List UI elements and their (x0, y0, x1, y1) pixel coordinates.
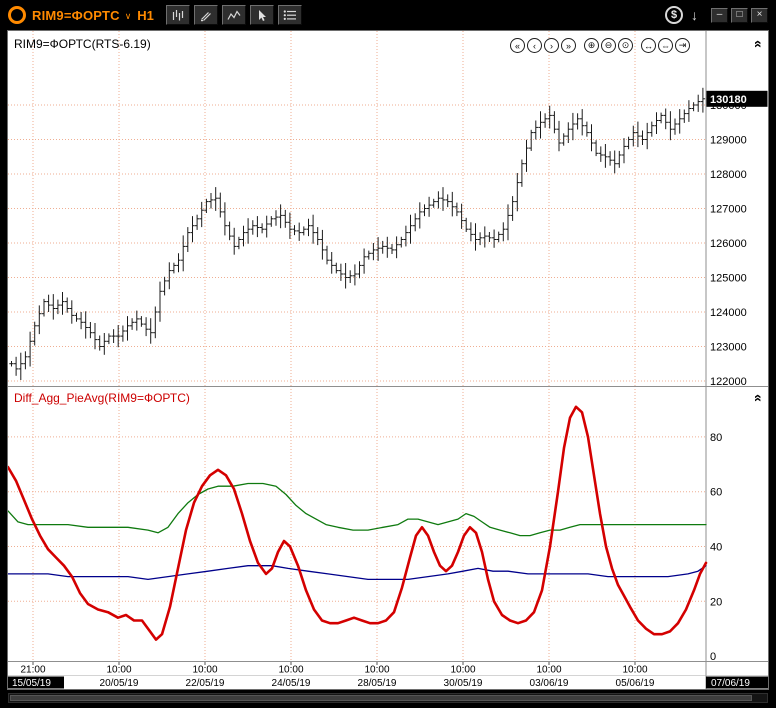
svg-text:127000: 127000 (710, 204, 747, 216)
svg-text:123000: 123000 (710, 342, 747, 354)
svg-text:125000: 125000 (710, 273, 747, 285)
bars-chart-icon (171, 9, 185, 22)
svg-text:10:00: 10:00 (278, 665, 303, 676)
svg-text:122000: 122000 (710, 376, 747, 386)
go-last-bar-button[interactable]: ⇥ (675, 38, 690, 53)
scroll-left-button[interactable]: ‹ (527, 38, 542, 53)
chart-window: RIM9=ФОРТС ∨ H1 $ ↓ – □ × 13000012900012… (0, 0, 776, 708)
cursor-icon (255, 9, 269, 22)
svg-text:0: 0 (710, 651, 716, 661)
svg-text:10:00: 10:00 (536, 665, 561, 676)
chart-nav-buttons: «‹›» ⊕⊖⊙ ↔⇔⇥ (508, 38, 690, 53)
svg-text:30/05/19: 30/05/19 (444, 678, 483, 689)
expand-scale-button[interactable]: ⇔ (658, 38, 673, 53)
svg-text:126000: 126000 (710, 238, 747, 250)
svg-text:20/05/19: 20/05/19 (100, 678, 139, 689)
svg-text:28/05/19: 28/05/19 (358, 678, 397, 689)
instrument-ring-icon (8, 6, 26, 24)
indicator-panel-title: Diff_Agg_PieAvg(RIM9=ФОРТС) (14, 391, 190, 405)
indicator-chart-svg[interactable]: 80 60 40 20 0 (8, 386, 768, 661)
scroll-right-button[interactable]: › (544, 38, 559, 53)
chart-pencil-icon (227, 9, 241, 22)
svg-text:07/06/19: 07/06/19 (711, 678, 750, 689)
svg-text:130180: 130180 (710, 94, 747, 106)
zoom-out-button[interactable]: ⊖ (601, 38, 616, 53)
svg-text:20: 20 (710, 596, 722, 608)
cursor-button[interactable] (250, 5, 274, 25)
horizontal-scrollbar[interactable] (8, 693, 768, 703)
chart-toolbar (166, 5, 306, 25)
svg-text:128000: 128000 (710, 169, 747, 181)
svg-text:24/05/19: 24/05/19 (272, 678, 311, 689)
instrument-symbol[interactable]: RIM9=ФОРТС (32, 8, 120, 23)
svg-text:60: 60 (710, 487, 722, 499)
draw-button[interactable] (194, 5, 218, 25)
shrink-scale-button[interactable]: ↔ (641, 38, 656, 53)
scrollbar-thumb[interactable] (10, 695, 752, 701)
title-bar[interactable]: RIM9=ФОРТС ∨ H1 $ ↓ – □ × (0, 0, 776, 30)
svg-text:03/06/19: 03/06/19 (530, 678, 569, 689)
timeframe-label[interactable]: H1 (137, 8, 154, 23)
levels-button[interactable] (278, 5, 302, 25)
svg-text:124000: 124000 (710, 307, 747, 319)
time-axis-svg[interactable]: 21:00 10:00 10:00 10:00 10:00 10:00 10:00 10:00… (8, 661, 768, 689)
scroll-end-button[interactable]: » (561, 38, 576, 53)
money-button[interactable]: $ (665, 6, 683, 24)
dock-down-button[interactable]: ↓ (691, 7, 698, 23)
price-panel-title: RIM9=ФОРТС(RTS-6.19) (14, 37, 151, 51)
scroll-start-button[interactable]: « (510, 38, 525, 53)
svg-text:10:00: 10:00 (364, 665, 389, 676)
collapse-indicator-panel-button[interactable]: « (753, 394, 765, 402)
indicator-button[interactable] (222, 5, 246, 25)
svg-text:22/05/19: 22/05/19 (186, 678, 225, 689)
chevron-down-icon[interactable]: ∨ (125, 11, 132, 22)
svg-text:40: 40 (710, 542, 722, 554)
minimize-button[interactable]: – (711, 8, 728, 23)
zoom-reset-button[interactable]: ⊙ (618, 38, 633, 53)
svg-text:10:00: 10:00 (192, 665, 217, 676)
collapse-price-panel-button[interactable]: « (753, 40, 765, 48)
chart-style-button[interactable] (166, 5, 190, 25)
svg-text:21:00: 21:00 (20, 665, 45, 676)
close-button[interactable]: × (751, 8, 768, 23)
svg-text:05/06/19: 05/06/19 (616, 678, 655, 689)
price-chart-svg[interactable]: 1300001290001280001270001260001250001240… (8, 31, 768, 386)
levels-icon (283, 9, 297, 22)
svg-text:15/05/19: 15/05/19 (12, 678, 51, 689)
svg-text:10:00: 10:00 (622, 665, 647, 676)
svg-text:129000: 129000 (710, 135, 747, 147)
svg-text:80: 80 (710, 432, 722, 444)
maximize-button[interactable]: □ (731, 8, 748, 23)
chart-area: 1300001290001280001270001260001250001240… (8, 31, 768, 689)
zoom-in-button[interactable]: ⊕ (584, 38, 599, 53)
svg-text:10:00: 10:00 (106, 665, 131, 676)
svg-text:10:00: 10:00 (450, 665, 475, 676)
pencil-icon (199, 9, 213, 22)
